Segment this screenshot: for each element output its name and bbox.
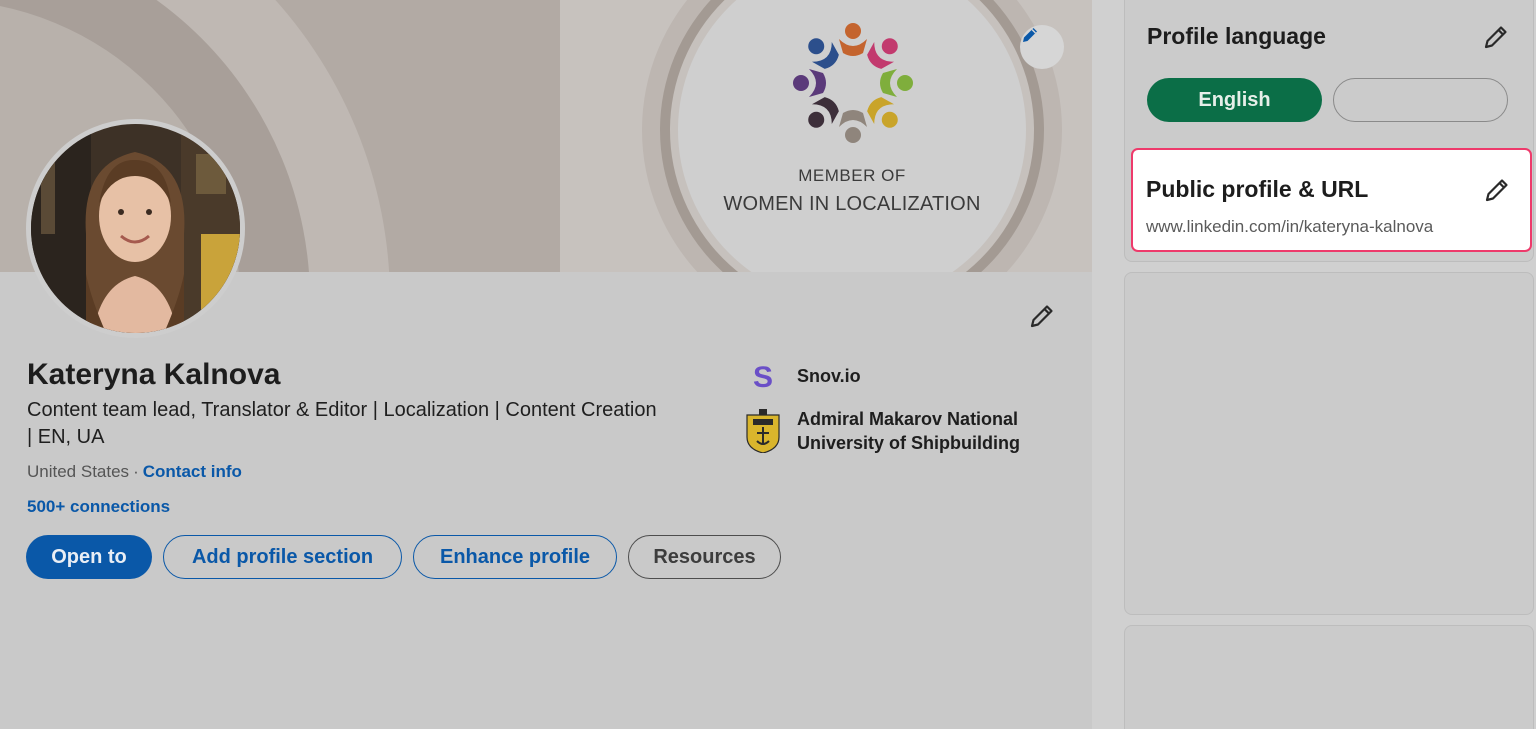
separator-dot: · xyxy=(133,462,139,481)
company-name: Snov.io xyxy=(797,366,861,386)
add-profile-section-button[interactable]: Add profile section xyxy=(163,535,402,579)
pencil-icon xyxy=(1023,28,1037,42)
connections-link[interactable]: 500+ connections xyxy=(27,497,170,517)
language-english-button[interactable]: English xyxy=(1147,78,1322,122)
public-profile-url[interactable]: www.linkedin.com/in/kateryna-kalnova xyxy=(1146,217,1433,237)
pencil-icon xyxy=(1484,26,1507,49)
location-row: United States · Contact info xyxy=(27,462,242,482)
university-name: Admiral Makarov National University of S… xyxy=(797,407,1020,455)
profile-headline: Content team lead, Translator & Editor |… xyxy=(27,399,657,448)
location-text: United States xyxy=(27,462,130,481)
resources-button[interactable]: Resources xyxy=(628,535,781,579)
language-secondary-button[interactable] xyxy=(1333,78,1508,122)
public-profile-url-card: Public profile & URL www.linkedin.com/in… xyxy=(1131,148,1532,252)
avatar xyxy=(31,124,240,333)
enhance-profile-button[interactable]: Enhance profile xyxy=(413,535,617,579)
university-name-line-2: University of Shipbuilding xyxy=(797,433,1021,453)
sidebar-card-bottom xyxy=(1124,625,1534,729)
snovio-logo-icon: S xyxy=(753,362,773,390)
open-to-button[interactable]: Open to xyxy=(26,535,152,579)
pencil-icon xyxy=(1485,179,1508,202)
pencil-icon xyxy=(1030,305,1053,328)
edit-intro-button[interactable] xyxy=(1024,298,1060,334)
contact-info-link[interactable]: Contact info xyxy=(143,462,242,481)
education-item[interactable]: Admiral Makarov National University of S… xyxy=(745,407,1020,455)
public-profile-title: Public profile & URL xyxy=(1146,176,1369,202)
banner-line-2: WOMEN IN LOCALIZATION xyxy=(723,193,981,215)
profile-name: Kateryna Kalnova xyxy=(27,358,281,391)
edit-language-button[interactable] xyxy=(1480,21,1512,53)
current-company[interactable]: S Snov.io xyxy=(745,362,861,390)
profile-language-title: Profile language xyxy=(1147,23,1326,49)
edit-public-url-button[interactable] xyxy=(1481,174,1513,206)
university-name-line-1: Admiral Makarov National xyxy=(797,409,1019,429)
profile-photo[interactable] xyxy=(26,119,245,338)
women-in-localization-logo xyxy=(793,23,913,143)
profile-card: MEMBER OF WOMEN IN LOCALIZATION Kateryna… xyxy=(0,0,1092,729)
sidebar-card-empty xyxy=(1124,272,1534,615)
banner-line-1: MEMBER OF xyxy=(798,166,906,185)
university-crest-icon xyxy=(746,409,780,453)
edit-banner-button[interactable] xyxy=(1020,25,1064,69)
svg-text:S: S xyxy=(753,362,773,390)
